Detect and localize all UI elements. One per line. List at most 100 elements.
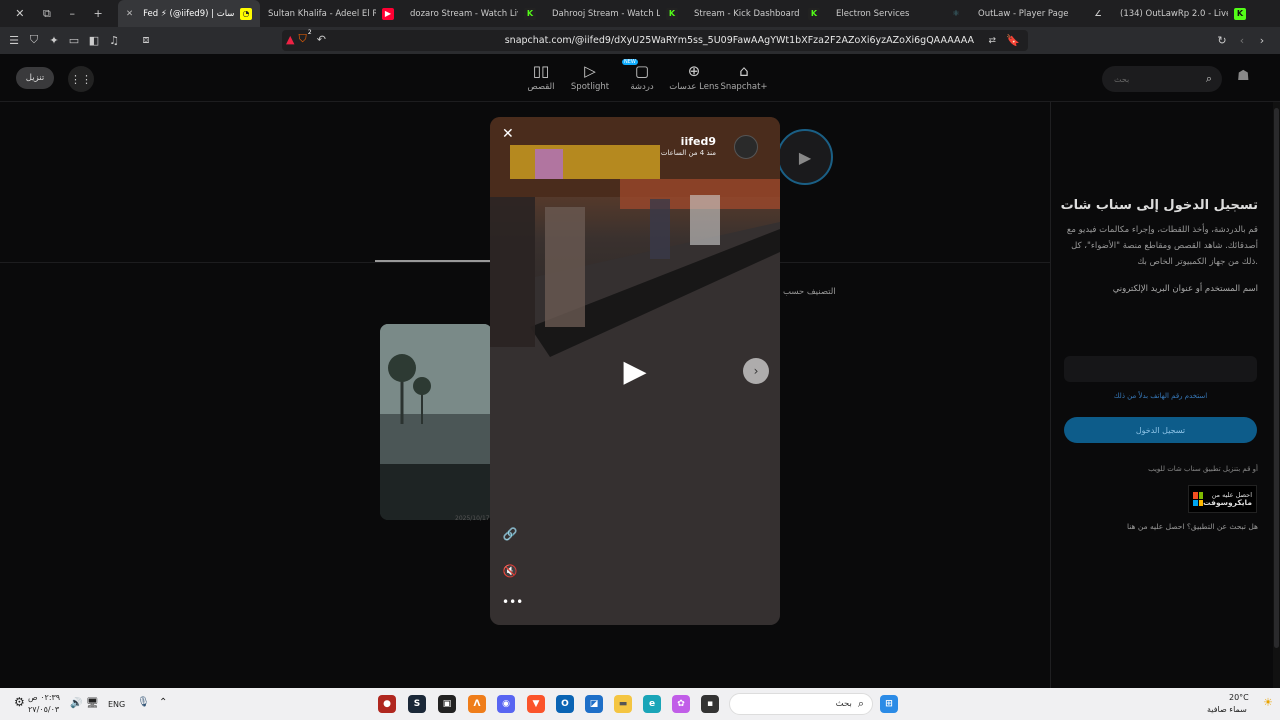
help-link[interactable]: هل تبحث عن التطبيق؟ احصل عليه من هنا xyxy=(1127,522,1258,531)
close-window-icon[interactable]: ✕ xyxy=(15,7,24,20)
road-shape xyxy=(380,414,492,464)
browser-tab-bar: ✕ ⧉ – + ✕ Fed ⚡ (@iifed9) | عدسات ◔ Sult… xyxy=(0,0,1280,27)
active-tab-indicator xyxy=(375,260,495,262)
steam-icon[interactable]: S xyxy=(408,695,426,713)
login-button[interactable]: تسجيل الدخول xyxy=(1064,417,1257,443)
microsoft-store-badge[interactable]: احصل عليه من مايكروسوفت xyxy=(1188,485,1257,513)
input-language[interactable]: ENG xyxy=(108,700,125,709)
extension-icon[interactable]: ✦ xyxy=(44,30,64,50)
store-icon[interactable]: ◪ xyxy=(585,695,603,713)
nav-chat[interactable]: ▢ NEW دردشة xyxy=(614,59,670,92)
kick-icon: K xyxy=(666,7,678,20)
weather-condition[interactable]: سماء صافية xyxy=(1207,705,1247,714)
app-icon[interactable]: ● xyxy=(378,695,396,713)
tune-icon[interactable]: ⇄ xyxy=(988,36,996,46)
spotlight-icon: ▷ xyxy=(584,62,596,80)
volume-icon[interactable]: 🔊 xyxy=(70,698,82,709)
kick-icon: K xyxy=(1234,7,1246,20)
tab-outlaw-player[interactable]: OutLaw - Player Page ∠ xyxy=(970,0,1112,27)
minimize-icon[interactable]: – xyxy=(69,7,75,20)
discord-icon[interactable]: ◉ xyxy=(497,695,515,713)
menu-icon[interactable]: ☰ xyxy=(4,30,24,50)
use-phone-link[interactable]: استخدم رقم الهاتف بدلاً من ذلك xyxy=(1064,392,1257,400)
username-input[interactable] xyxy=(1064,356,1257,382)
player-timestamp: منذ 4 من الساعات xyxy=(660,149,716,157)
tab-dahrooj[interactable]: Dahrooj Stream - Watch Live o K xyxy=(544,0,686,27)
nav-snapchat-plus[interactable]: ⌂ Snapchat+ xyxy=(716,62,772,92)
avatar[interactable] xyxy=(734,135,758,159)
lens-icon: ⊕ xyxy=(687,62,701,80)
nav-spotlight[interactable]: ▷ Spotlight xyxy=(562,62,618,92)
new-tab-icon[interactable]: + xyxy=(93,7,102,20)
apps-grid-icon[interactable]: ⋮⋮ xyxy=(68,66,94,92)
taskbar-date[interactable]: ٢٧/٠٥/٠٣ xyxy=(28,705,59,714)
rewards-icon[interactable]: ▲ xyxy=(286,33,294,46)
shield-icon[interactable]: ⛉ xyxy=(24,30,44,50)
reload-icon[interactable]: ↻ xyxy=(1212,30,1232,50)
reload-page-icon[interactable]: ↶ xyxy=(317,33,326,46)
network-icon[interactable]: 🖥 xyxy=(86,698,99,709)
outlook-icon[interactable]: O xyxy=(556,695,574,713)
electron-icon: ⚛ xyxy=(952,9,960,18)
app-icon[interactable]: Λ xyxy=(468,695,486,713)
brave-icon[interactable]: ▼ xyxy=(527,695,545,713)
video-player[interactable]: ✕ iifed9 منذ 4 من الساعات ▶ › 🔗 🔇 ••• xyxy=(490,117,780,625)
arcade-screen xyxy=(535,149,563,179)
more-options-icon[interactable]: ••• xyxy=(502,595,523,609)
weather-sun-icon[interactable]: ⚙ xyxy=(14,695,25,709)
nav-lens[interactable]: ⊕ عدسات Lens xyxy=(666,62,722,92)
sort-by-label[interactable]: التصنيف حسب xyxy=(783,287,836,297)
tab-search-icon[interactable]: ⧉ xyxy=(43,7,51,21)
sidebar-icon[interactable]: ◧ xyxy=(84,30,104,50)
weather-temp[interactable]: 20°C xyxy=(1229,693,1249,702)
back-icon[interactable]: ‹ xyxy=(1232,30,1252,50)
folder-icon[interactable]: ▬ xyxy=(614,695,632,713)
brave-shield-icon[interactable]: ⛉ 2 xyxy=(298,29,311,46)
close-tab-icon[interactable]: ✕ xyxy=(126,9,133,19)
search-input[interactable]: بحث ⌕ xyxy=(1102,66,1222,92)
spotlight-card[interactable] xyxy=(380,324,492,520)
tab-outlawrp[interactable]: (134) OutLawRp 2.0 - Live Com K xyxy=(1112,0,1254,27)
address-bar[interactable]: ▲ ⛉ 2 ↶ snapchat.com/@iifed9/dXyU25WaRYm5… xyxy=(282,29,1028,51)
play-button-icon[interactable]: ▶ xyxy=(615,353,655,389)
mute-icon[interactable]: 🔇 xyxy=(502,564,518,578)
url-text: snapchat.com/@iifed9/dXyU25WaRYm5ss_5U09… xyxy=(504,35,974,46)
microphone-icon[interactable]: 🎙 xyxy=(137,697,150,708)
tab-kick-dashboard[interactable]: Stream - Kick Dashboard K xyxy=(686,0,828,27)
tab-dozaro[interactable]: dozaro Stream - Watch Live on K xyxy=(402,0,544,27)
chat-icon: ▢ NEW xyxy=(622,59,650,80)
link-icon[interactable]: 🔗 xyxy=(502,527,518,541)
nav-stories[interactable]: ▯▯ القصص xyxy=(513,62,569,92)
taskbar-search[interactable]: بحث ⌕ xyxy=(729,693,873,715)
next-arrow-icon[interactable]: › xyxy=(743,358,769,384)
wallet-icon[interactable]: ▭ xyxy=(64,30,84,50)
dashboard-shape xyxy=(380,464,492,520)
close-player-icon[interactable]: ✕ xyxy=(502,126,514,142)
edge-icon[interactable]: e xyxy=(643,695,661,713)
new-badge: NEW xyxy=(622,59,638,65)
screenshot-icon[interactable]: ⧈ xyxy=(136,30,156,50)
page-scrollbar[interactable] xyxy=(1273,102,1280,688)
snapchat-page: تنزيل ⋮⋮ ▯▯ القصص ▷ Spotlight ▢ NEW دردشة… xyxy=(0,54,1280,688)
taskbar-clock[interactable]: ٠٢:٣٩ ص xyxy=(28,693,60,702)
scroll-thumb[interactable] xyxy=(1274,108,1279,648)
copilot-icon[interactable]: ✿ xyxy=(672,695,690,713)
tab-sultan-khalifa[interactable]: Sultan Khalifa - Adeel El Rooh ▶ xyxy=(260,0,402,27)
download-button[interactable]: تنزيل xyxy=(16,67,54,89)
profile-story-ring[interactable]: ▶ xyxy=(777,129,833,185)
tray-chevron-icon[interactable]: ⌃ xyxy=(159,697,167,708)
play-icon: ▶ xyxy=(798,147,812,167)
forward-icon[interactable]: › xyxy=(1252,30,1272,50)
snapchat-ghost-icon[interactable]: ☗ xyxy=(1237,68,1255,86)
kick-icon: K xyxy=(524,7,536,20)
windows-start-icon[interactable]: ⊞ xyxy=(880,695,898,713)
ghost-icon: ⌂ xyxy=(739,62,749,80)
player-username[interactable]: iifed9 xyxy=(681,135,716,148)
terminal-icon[interactable]: ▣ xyxy=(438,695,456,713)
tab-electron-services[interactable]: Electron Services ⚛ xyxy=(828,0,970,27)
bookmark-icon[interactable]: 🔖 xyxy=(1006,34,1020,47)
tab-snapchat[interactable]: ✕ Fed ⚡ (@iifed9) | عدسات ◔ xyxy=(118,0,260,27)
weather-icon[interactable]: ☀ xyxy=(1263,696,1273,709)
terminal-icon[interactable]: ▪ xyxy=(701,695,719,713)
music-icon[interactable]: ♫ xyxy=(104,30,124,50)
